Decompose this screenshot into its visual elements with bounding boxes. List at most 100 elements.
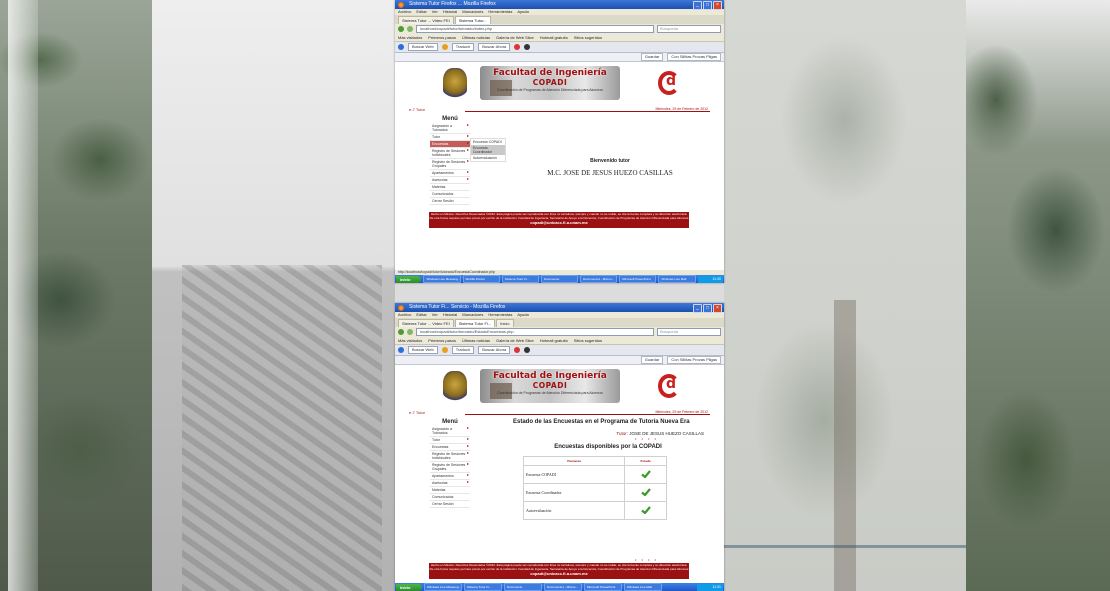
menu-item-materias[interactable]: Materias <box>430 487 470 494</box>
menu-item-encuestas[interactable]: Encuestas <box>430 444 470 451</box>
save-button[interactable]: Guardar <box>640 53 664 61</box>
menu-herramientas[interactable]: Herramientas <box>488 312 512 318</box>
menu-item-sesiones-individuales[interactable]: Registro de Sesiones Individuales <box>430 451 470 462</box>
menu-editar[interactable]: Editar <box>416 9 426 15</box>
forward-icon[interactable] <box>407 329 413 335</box>
bookmark-item[interactable]: Primeros pasos <box>428 34 456 41</box>
forward-icon[interactable] <box>407 26 413 32</box>
menu-item-tutor[interactable]: Tutor <box>430 437 470 444</box>
maximize-button[interactable]: □ <box>703 1 712 10</box>
minimize-button[interactable]: _ <box>693 1 702 10</box>
menu-item-comunicados[interactable]: Comunicados <box>430 191 470 198</box>
menu-item-tutor[interactable]: Tutor <box>430 134 470 141</box>
record-icon[interactable] <box>514 44 521 50</box>
menu-item-materias[interactable]: Materias <box>430 184 470 191</box>
taskbar-item[interactable]: Windows Live Mail <box>658 275 696 283</box>
bookmark-item[interactable]: Hotmail gratuito <box>540 337 568 344</box>
menu-marcadores[interactable]: Marcadores <box>462 312 483 318</box>
taskbar-item[interactable]: Microsoft PowerPoint <box>619 275 657 283</box>
footer-email-link[interactable]: copadi@unicacc.fi-a.unam.mx <box>429 572 689 576</box>
toolbar-search-input[interactable]: Buscar Web <box>408 346 438 354</box>
browser-tab-active[interactable]: Sistema Tutor Fi... <box>454 319 496 327</box>
bookmark-item[interactable]: Galería de Web Slice <box>496 337 534 344</box>
start-button[interactable]: Inicio <box>396 275 422 283</box>
browser-tab-active[interactable]: Sistema Tutor... <box>454 16 491 24</box>
survey-name[interactable]: Encuesta COPADI <box>523 465 625 484</box>
star-icon[interactable] <box>441 347 448 353</box>
menu-archivo[interactable]: Archivo <box>398 312 411 318</box>
back-icon[interactable] <box>398 26 404 32</box>
menu-item-encuestas[interactable]: Encuestas <box>430 141 470 148</box>
bookmark-item[interactable]: Más visitados <box>398 34 422 41</box>
menu-item-sesiones-grupales[interactable]: Registro de Sesiones Grupales <box>430 462 470 473</box>
bookmark-item[interactable]: Últimas noticias <box>462 337 490 344</box>
menu-historial[interactable]: Historial <box>443 312 457 318</box>
search-box[interactable]: Búsqueda <box>657 25 721 33</box>
save-button[interactable]: Guardar <box>640 356 664 364</box>
menu-item-asignacion[interactable]: Asignación a Tutorados <box>430 426 470 437</box>
menu-marcadores[interactable]: Marcadores <box>462 9 483 15</box>
menu-item-apartamentos[interactable]: Apartamentos <box>430 170 470 177</box>
taskbar-item[interactable]: Windows Live Messeng... <box>423 275 461 283</box>
survey-name[interactable]: Autoevaluación <box>523 501 625 520</box>
bookmark-item[interactable]: Primeros pasos <box>428 337 456 344</box>
search-now-button[interactable]: Buscar Ahora <box>478 43 511 51</box>
menu-item-cerrar-sesion[interactable]: Cerrar Sesión <box>430 198 470 205</box>
menu-item-asignacion[interactable]: Asignación a Tutorados <box>430 123 470 134</box>
bookmark-item[interactable]: Galería de Web Slice <box>496 34 534 41</box>
menu-herramientas[interactable]: Herramientas <box>488 9 512 15</box>
menu-item-comunicados[interactable]: Comunicados <box>430 494 470 501</box>
taskbar-item[interactable]: Windows Live Messeng... <box>424 583 462 591</box>
survey-name[interactable]: Encuesta Coordinador <box>523 483 625 502</box>
bookmark-item[interactable]: Sitios sugeridos <box>574 337 602 344</box>
bookmark-item[interactable]: Más visitados <box>398 337 422 344</box>
menu-ayuda[interactable]: Ayuda <box>517 9 528 15</box>
bookmark-item[interactable]: Últimas noticias <box>462 34 490 41</box>
media-icon[interactable] <box>524 347 531 353</box>
media-icon[interactable] <box>524 44 531 50</box>
record-icon[interactable] <box>514 347 521 353</box>
footer-email-link[interactable]: copadi@unicacc.fi-a.unam.mx <box>429 221 689 225</box>
menu-item-cerrar-sesion[interactable]: Cerrar Sesión <box>430 501 470 508</box>
taskbar-item[interactable]: Documento <box>504 583 542 591</box>
menu-historial[interactable]: Historial <box>443 9 457 15</box>
taskbar-item[interactable]: Microsoft PowerPoint <box>584 583 622 591</box>
address-bar[interactable]: localhost/copadi/tutor/tutorado/index.ph… <box>416 25 654 33</box>
taskbar-item[interactable]: Documento <box>540 275 579 283</box>
maximize-button[interactable]: □ <box>703 304 712 313</box>
address-bar[interactable]: localhost/copadi/tutor/tutorado/EstadoEn… <box>416 328 654 336</box>
menu-item-sesiones-grupales[interactable]: Registro de Sesiones Grupales <box>430 159 470 170</box>
translate-button[interactable]: Traducir <box>451 43 475 51</box>
translate-button[interactable]: Traducir <box>451 346 475 354</box>
menu-archivo[interactable]: Archivo <box>398 9 411 15</box>
menu-ver[interactable]: Ver <box>432 312 438 318</box>
minimize-button[interactable]: _ <box>693 304 702 313</box>
taskbar-item[interactable]: Documento1 - Micros... <box>544 583 582 591</box>
taskbar-item[interactable]: Windows Live Mail <box>624 583 662 591</box>
star-icon[interactable] <box>441 44 448 50</box>
back-icon[interactable] <box>398 329 404 335</box>
taskbar-item[interactable]: Sistema Tutor Fi... <box>501 275 539 283</box>
bookmark-item[interactable]: Hotmail gratuito <box>540 34 568 41</box>
menu-ver[interactable]: Ver <box>432 9 438 15</box>
browser-tab[interactable]: Inicio <box>496 319 514 327</box>
toolbar-field[interactable]: Con Sillitas Provas Pllgas <box>667 356 721 364</box>
menu-item-sesiones-individuales[interactable]: Registro de Sesiones Individuales <box>430 148 470 159</box>
taskbar-item[interactable]: Mozilla Firefox <box>462 275 500 283</box>
search-box[interactable]: Búsqueda <box>657 328 721 336</box>
menu-editar[interactable]: Editar <box>416 312 426 318</box>
menu-ayuda[interactable]: Ayuda <box>517 312 528 318</box>
toolbar-search-input[interactable]: Buscar Web <box>408 43 438 51</box>
taskbar-item[interactable]: Documento1 - Micros... <box>580 275 618 283</box>
toolbar-field[interactable]: Con Sillitas Provas Pllgas <box>667 53 721 61</box>
close-button[interactable]: × <box>713 1 722 10</box>
taskbar-item[interactable]: Sistema Tutor Fi... <box>464 583 502 591</box>
browser-tab[interactable]: Sistema Tutor ... Video FEI <box>398 16 454 24</box>
close-button[interactable]: × <box>713 304 722 313</box>
menu-item-asesorias[interactable]: Asesorías <box>430 177 470 184</box>
menu-item-apartamentos[interactable]: Apartamentos <box>430 473 470 480</box>
submenu-autoevaluacion[interactable]: Autoevaluación <box>471 155 505 161</box>
start-button[interactable]: Inicio <box>396 583 422 591</box>
menu-item-asesorias[interactable]: Asesorías <box>430 480 470 487</box>
bookmark-item[interactable]: Sitios sugeridos <box>574 34 602 41</box>
